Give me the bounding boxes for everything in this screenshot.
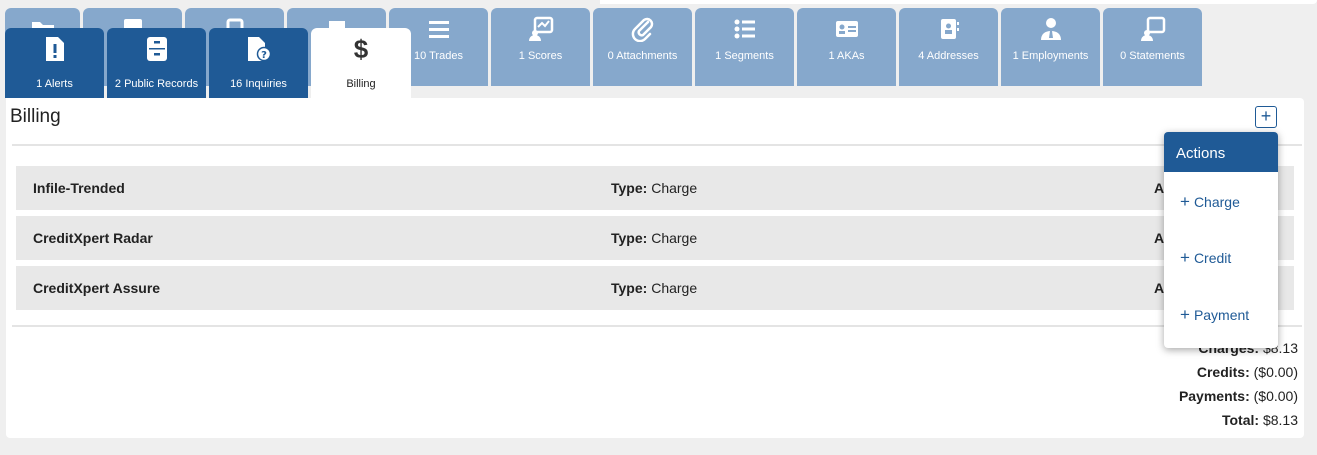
divider [12, 325, 1302, 327]
tab-segments[interactable]: 1 Segments [695, 8, 794, 86]
menu-item-credit[interactable]: + Credit [1180, 248, 1231, 268]
cabinet-icon [146, 37, 167, 61]
tab-billing[interactable]: $ Billing [311, 28, 411, 98]
menu-item-label: Charge [1193, 194, 1240, 210]
tab-label: 1 Scores [518, 50, 563, 62]
summary-value: ($0.00) [1253, 364, 1298, 380]
bullet-list-icon [734, 19, 755, 39]
billing-item-type: Type: Charge [611, 280, 697, 296]
type-value: Charge [651, 230, 698, 246]
summary-payments: Payments: ($0.00) [1179, 388, 1298, 404]
tab-label: Billing [346, 78, 376, 90]
type-value: Charge [651, 280, 698, 296]
list-lines-icon [428, 21, 449, 38]
add-button[interactable]: + [1255, 106, 1277, 128]
tab-addresses[interactable]: 4 Addresses [899, 8, 998, 86]
menu-item-label: Credit [1193, 250, 1232, 266]
tab-label: 1 Employments [1012, 50, 1089, 62]
summary-total: Total: $8.13 [1222, 412, 1298, 428]
inquiry-document-icon: ? [247, 37, 271, 62]
tab-label: 1 Segments [715, 50, 774, 62]
tab-label: 2 Public Records [114, 78, 199, 90]
plus-icon: + [1180, 248, 1190, 267]
alert-document-icon [45, 37, 64, 61]
actions-menu: Actions + Charge + Credit + Payment [1164, 132, 1278, 348]
paperclip-icon [631, 17, 653, 42]
menu-item-payment[interactable]: + Payment [1180, 305, 1249, 325]
tab-attachments[interactable]: 0 Attachments [593, 8, 692, 86]
summary-label: Total: [1221, 412, 1260, 428]
divider [12, 144, 1302, 146]
summary-label: Credits: [1196, 364, 1250, 380]
address-book-icon [940, 19, 959, 39]
dollar-icon: $ [353, 34, 369, 64]
plus-icon: + [1180, 192, 1190, 211]
billing-item-name: CreditXpert Radar [33, 230, 153, 246]
type-label: Type: [611, 230, 648, 246]
billing-item-type: Type: Charge [611, 230, 697, 246]
tab-label: 0 Attachments [607, 50, 678, 62]
tab-employments[interactable]: 1 Employments [1001, 8, 1100, 86]
tab-alerts[interactable]: 1 Alerts [5, 28, 104, 98]
type-value: Charge [651, 180, 698, 196]
tab-akas[interactable]: 1 AKAs [797, 8, 896, 86]
top-bar-edge [600, 0, 1317, 4]
billing-row[interactable]: CreditXpert Radar Type: Charge Ar [16, 216, 1294, 260]
type-label: Type: [611, 280, 648, 296]
tab-label: 4 Addresses [918, 50, 979, 62]
score-chart-icon [528, 16, 553, 41]
page-title: Billing [10, 106, 61, 127]
tab-label: 1 Alerts [36, 78, 73, 90]
billing-row[interactable]: CreditXpert Assure Type: Charge Ar [16, 266, 1294, 310]
type-label: Type: [611, 180, 648, 196]
plus-icon: + [1180, 305, 1190, 324]
tab-label: 1 AKAs [828, 50, 865, 62]
menu-item-label: Payment [1193, 307, 1250, 323]
actions-menu-header: Actions [1164, 132, 1278, 172]
billing-item-name: CreditXpert Assure [33, 280, 161, 296]
top-bar [0, 0, 1317, 8]
billing-row[interactable]: Infile-Trended Type: Charge Ar [16, 166, 1294, 210]
summary-label: Payments: [1178, 388, 1250, 404]
billing-item-type: Type: Charge [611, 180, 697, 196]
tab-label: 0 Statements [1120, 50, 1185, 62]
tab-public-records[interactable]: 2 Public Records [107, 28, 206, 98]
menu-item-charge[interactable]: + Charge [1180, 192, 1240, 212]
statement-icon [1140, 16, 1165, 41]
summary-credits: Credits: ($0.00) [1197, 364, 1298, 380]
billing-panel: Billing + Infile-Trended Type: Charge Ar… [6, 98, 1304, 438]
summary-value: $8.13 [1262, 412, 1298, 428]
tab-statements[interactable]: 0 Statements [1103, 8, 1202, 86]
svg-text:?: ? [261, 50, 267, 61]
tab-label: 16 Inquiries [230, 78, 287, 90]
tab-inquiries[interactable]: ? 16 Inquiries [209, 28, 308, 98]
id-card-icon [835, 21, 858, 37]
billing-item-name: Infile-Trended [33, 180, 125, 196]
tab-scores[interactable]: 1 Scores [491, 8, 590, 86]
summary-value: ($0.00) [1253, 388, 1298, 404]
employee-icon [1040, 18, 1061, 40]
